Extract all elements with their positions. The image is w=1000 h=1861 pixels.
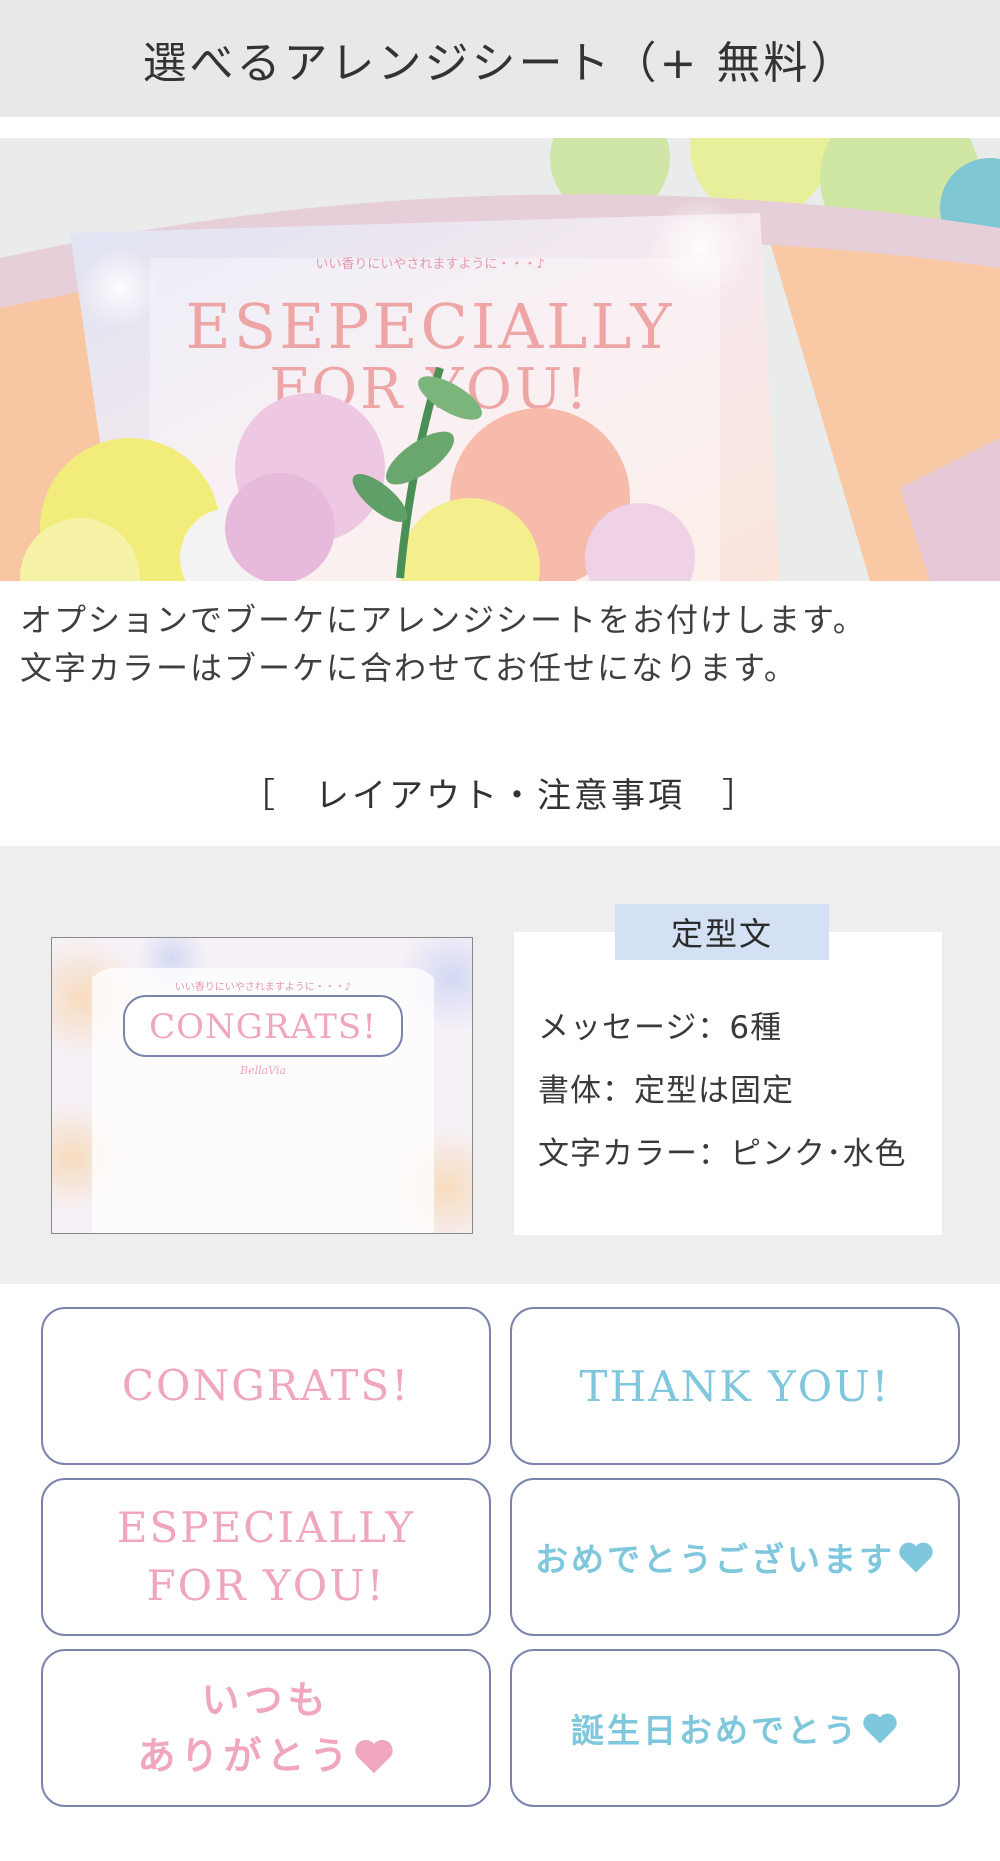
option-especially-line1: ESPECIALLY — [116, 1503, 416, 1552]
info-line-font: 書体：定型は固定 — [538, 1073, 794, 1109]
description: オプションでブーケにアレンジシートをお付けします。 文字カラーはブーケに合わせて… — [20, 596, 990, 692]
header-title: 選べるアレンジシート（+ 無料） — [142, 37, 858, 89]
option-especially-line2: FOR YOU! — [146, 1561, 386, 1610]
info-line-messages: メッセージ：6種 — [538, 1010, 783, 1046]
option-congrats: CONGRATS! — [41, 1307, 491, 1465]
preview-card-art: いい香りにいやされますように・・・♪ CONGRATS! BellaVia — [52, 938, 472, 1233]
option-tanjoubi-text: 誕生日おめでとう — [571, 1711, 859, 1750]
info-tag: 定型文 — [615, 904, 829, 960]
option-tanjoubi: 誕生日おめでとう — [510, 1649, 960, 1807]
heart-icon — [863, 1713, 897, 1744]
section-title: ［ レイアウト・注意事項 ］ — [241, 776, 759, 816]
heart-icon — [354, 1739, 393, 1774]
option-congrats-text: CONGRATS! — [121, 1361, 411, 1410]
heart-icon — [899, 1542, 933, 1573]
preview-card: いい香りにいやされますように・・・♪ CONGRATS! BellaVia — [51, 937, 473, 1234]
page-header: 選べるアレンジシート（+ 無料） — [0, 0, 1000, 117]
option-omedetou-text: おめでとうございます — [535, 1540, 895, 1579]
option-itsumo-line1: いつも — [201, 1678, 331, 1722]
option-itsumo-arigatou: いつも ありがとう — [41, 1649, 491, 1807]
description-line-1: オプションでブーケにアレンジシートをお付けします。 — [20, 601, 867, 639]
preview-arc-text: いい香りにいやされますように・・・♪ — [175, 981, 351, 993]
option-omedetou-gozaimasu: おめでとうございます — [510, 1478, 960, 1636]
option-especially: ESPECIALLY FOR YOU! — [41, 1478, 491, 1636]
option-arigatou-line2: ありがとう — [137, 1734, 353, 1778]
preview-message: CONGRATS! — [149, 1007, 377, 1047]
hero-card-line1: ESEPECIALLY — [186, 290, 675, 363]
preview-brand: BellaVia — [239, 1064, 286, 1077]
option-thank-you-text: THANK YOU! — [579, 1361, 891, 1411]
bouquet-photo: いい香りにいやされますように・・・♪ ESEPECIALLY FOR YOU! — [0, 138, 1000, 581]
hero-image: いい香りにいやされますように・・・♪ ESEPECIALLY FOR YOU! — [0, 138, 1000, 581]
info-line-color: 文字カラー：ピンク･水色 — [538, 1136, 907, 1172]
description-line-2: 文字カラーはブーケに合わせてお任せになります。 — [20, 649, 798, 687]
hero-card-small-text: いい香りにいやされますように・・・♪ — [315, 257, 544, 272]
option-thank-you: THANK YOU! — [510, 1307, 960, 1465]
